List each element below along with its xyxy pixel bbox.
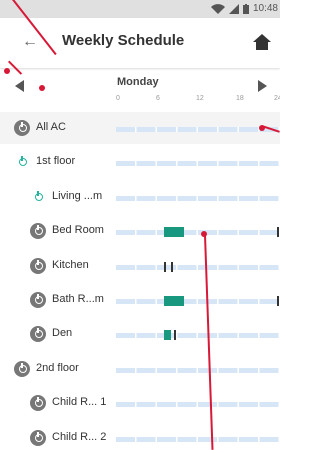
schedule-track[interactable]	[116, 264, 280, 270]
schedule-segment[interactable]	[163, 227, 185, 238]
annotation-dot	[259, 125, 265, 131]
zone-row[interactable]: Living ...m	[0, 181, 280, 213]
battery-icon	[242, 3, 249, 14]
schedule-marker[interactable]	[276, 227, 279, 238]
zone-row[interactable]: Bed Room	[0, 215, 280, 247]
schedule-track[interactable]	[116, 230, 280, 236]
schedule-track[interactable]	[116, 402, 280, 408]
power-icon[interactable]	[30, 223, 46, 240]
zone-row[interactable]: Den	[0, 318, 280, 350]
schedule-track[interactable]	[116, 127, 280, 132]
home-icon[interactable]	[252, 32, 272, 52]
zone-label: Kitchen	[52, 258, 89, 271]
power-icon[interactable]	[14, 154, 30, 170]
schedule-segment[interactable]	[163, 296, 185, 306]
status-icons: 10:48	[210, 3, 278, 14]
app-bar: ← Weekly Schedule	[0, 18, 280, 68]
zone-label: Child R... 2	[52, 430, 107, 443]
schedule-marker[interactable]	[163, 261, 166, 272]
annotation-dot	[201, 231, 207, 237]
zone-label: Bath R...m	[52, 293, 104, 305]
status-bar: 10:48	[0, 0, 280, 18]
schedule-track[interactable]	[116, 161, 280, 167]
schedule-track[interactable]	[116, 299, 280, 304]
zone-label: Bed Room	[52, 224, 104, 237]
power-icon[interactable]	[30, 292, 46, 308]
power-icon[interactable]	[14, 360, 30, 377]
schedule-marker[interactable]	[170, 261, 173, 272]
power-icon[interactable]	[14, 120, 30, 136]
zone-label: 2nd floor	[36, 361, 79, 374]
time-tick: 18	[236, 95, 244, 102]
schedule-marker[interactable]	[276, 296, 279, 306]
schedule-segment[interactable]	[163, 330, 171, 341]
zone-label: 1st floor	[36, 155, 76, 168]
previous-day-icon[interactable]	[10, 76, 30, 96]
zone-label: Child R... 1	[52, 396, 107, 409]
power-icon[interactable]	[30, 326, 46, 343]
time-tick: 24	[274, 95, 280, 102]
screen: 10:48 ← Weekly Schedule Monday 0 6 12 18…	[0, 0, 280, 450]
schedule-track[interactable]	[116, 195, 280, 201]
day-label: Monday	[117, 76, 159, 88]
annotation-dot	[4, 68, 10, 74]
next-day-icon[interactable]	[252, 76, 272, 96]
power-icon[interactable]	[30, 429, 46, 446]
schedule-marker[interactable]	[174, 330, 177, 341]
zone-row[interactable]: Child R... 1	[0, 387, 280, 419]
schedule-track[interactable]	[116, 333, 280, 339]
zone-label: All AC	[36, 121, 66, 133]
signal-icon	[228, 3, 239, 14]
zone-label: Living ...m	[52, 189, 103, 202]
time-tick: 6	[156, 95, 160, 102]
schedule-track[interactable]	[116, 367, 280, 373]
zone-row[interactable]: Child R... 2	[0, 422, 280, 450]
zone-row[interactable]: Kitchen	[0, 250, 280, 282]
page-title: Weekly Schedule	[62, 32, 185, 49]
zone-row[interactable]: 2nd floor	[0, 353, 280, 385]
power-icon[interactable]	[30, 395, 46, 412]
power-icon[interactable]	[30, 257, 46, 274]
wifi-icon	[210, 3, 225, 14]
zone-row[interactable]: All AC	[0, 112, 280, 144]
schedule-track[interactable]	[116, 436, 280, 442]
time-tick: 0	[116, 95, 120, 102]
status-time: 10:48	[252, 3, 278, 14]
zone-row[interactable]: Bath R...m	[0, 284, 280, 316]
zone-row[interactable]: 1st floor	[0, 146, 280, 178]
time-tick: 12	[196, 95, 204, 102]
power-icon[interactable]	[30, 189, 46, 205]
zone-label: Den	[52, 327, 73, 340]
annotation-dot	[39, 85, 45, 91]
